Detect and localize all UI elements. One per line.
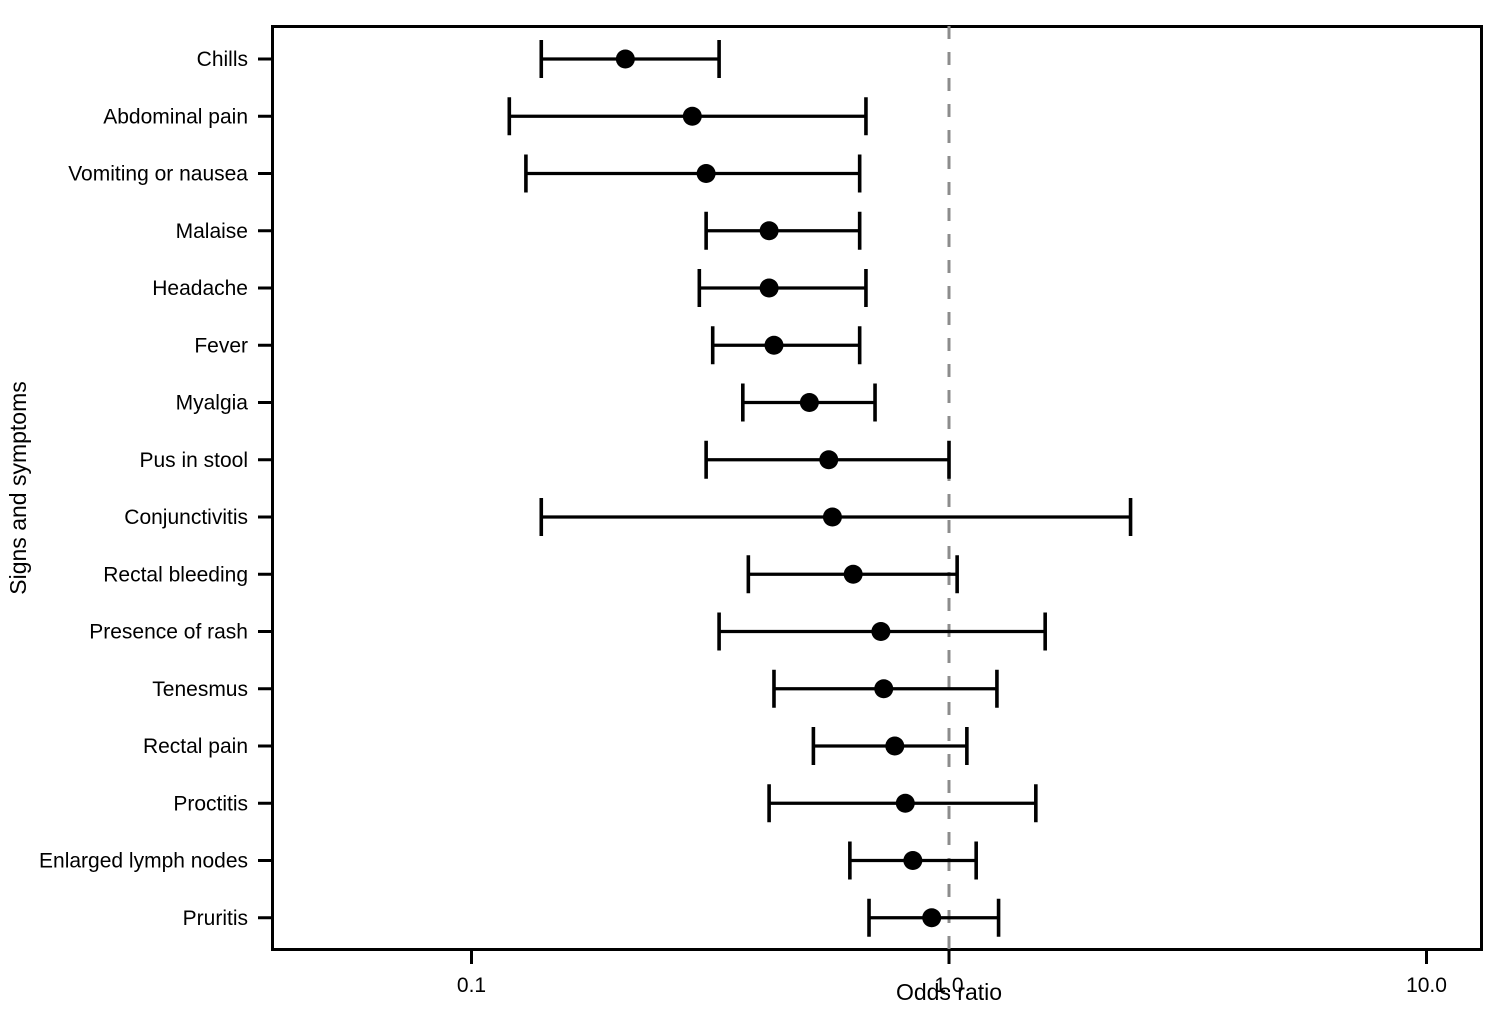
- x-tick-label: 0.1: [457, 974, 486, 997]
- odds-ratio-point-marker: [819, 450, 839, 470]
- y-tick-label: Malaise: [176, 220, 248, 243]
- odds-ratio-point-marker: [759, 278, 779, 298]
- y-tick-label: Tenesmus: [152, 678, 248, 701]
- y-tick-label: Proctitis: [173, 792, 248, 815]
- odds-ratio-point-marker: [895, 793, 915, 813]
- odds-ratio-point-marker: [822, 507, 842, 527]
- y-tick-label: Presence of rash: [89, 621, 248, 644]
- odds-ratio-point-marker: [682, 106, 702, 126]
- y-axis-title: Signs and symptoms: [5, 381, 31, 594]
- odds-ratio-point-marker: [799, 393, 819, 412]
- forest-plot-canvas: Chills Abdominal pain Vomiting or nausea Ma…: [0, 0, 1500, 1036]
- y-tick-label: Fever: [194, 334, 248, 357]
- y-tick-label: Enlarged lymph nodes: [39, 850, 248, 873]
- y-tick-label: Rectal pain: [143, 735, 248, 758]
- y-tick-label: Pus in stool: [139, 449, 248, 472]
- x-tick-label: 10.0: [1406, 974, 1447, 997]
- y-tick-label: Conjunctivitis: [124, 506, 248, 529]
- y-tick-label: Abdominal pain: [103, 105, 248, 128]
- odds-ratio-point-marker: [759, 221, 779, 241]
- y-tick-label: Rectal bleeding: [103, 563, 248, 586]
- y-tick-label: Chills: [197, 48, 248, 71]
- x-axis-title: Odds ratio: [896, 979, 1002, 1005]
- odds-ratio-point-marker: [903, 851, 923, 870]
- y-tick-label: Pruritis: [183, 907, 248, 930]
- odds-ratio-point-marker: [922, 908, 942, 928]
- y-tick-label: Headache: [152, 277, 248, 300]
- odds-ratio-point-marker: [885, 736, 905, 756]
- odds-ratio-point-marker: [615, 49, 635, 69]
- odds-ratio-point-marker: [874, 679, 894, 699]
- odds-ratio-point-marker: [843, 564, 863, 584]
- odds-ratio-point-marker: [696, 164, 716, 183]
- odds-ratio-point-marker: [764, 335, 784, 355]
- forest-plot-figure: Chills Abdominal pain Vomiting or nausea Ma…: [0, 0, 1500, 1036]
- odds-ratio-point-marker: [871, 622, 891, 641]
- y-tick-label: Myalgia: [176, 392, 249, 415]
- y-tick-label: Vomiting or nausea: [68, 163, 248, 186]
